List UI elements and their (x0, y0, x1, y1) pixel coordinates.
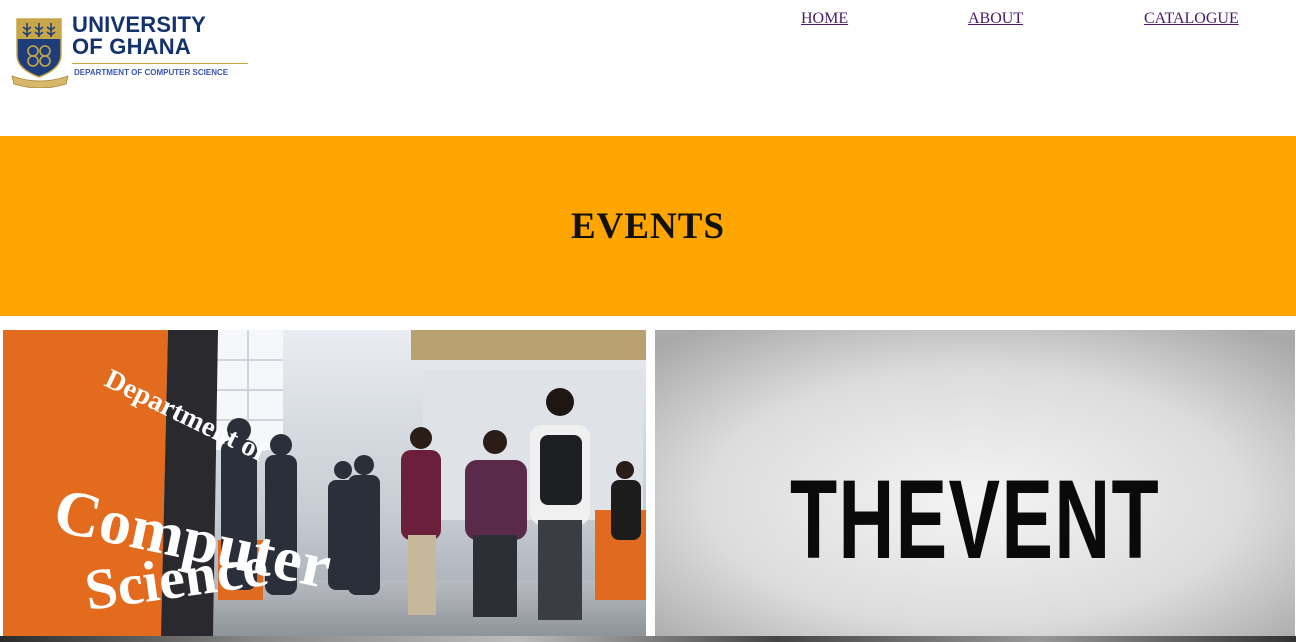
crest-ribbon-icon (10, 72, 70, 89)
the-event-graphic[interactable]: THEVENT (655, 330, 1295, 636)
nav-link-catalogue[interactable]: CATALOGUE (1144, 10, 1239, 28)
page-title: EVENTS (570, 205, 726, 247)
nav-link-home[interactable]: HOME (801, 10, 848, 28)
department-event-photo[interactable]: Department of Computer Science (3, 330, 646, 636)
event-graphic-text: THEVENT (790, 457, 1160, 582)
department-name: DEPARTMENT OF COMPUTER SCIENCE (74, 68, 229, 77)
logo-divider (72, 63, 248, 64)
events-gallery: Department of Computer Science THEVENT (0, 330, 1296, 642)
main-nav: HOME ABOUT CATALOGUE (0, 10, 1296, 34)
events-banner: EVENTS (0, 136, 1296, 316)
university-name-line2: OF GHANA (72, 34, 191, 59)
next-row-edge (0, 636, 1296, 642)
site-header: UNIVERSITY OF GHANA DEPARTMENT OF COMPUT… (0, 0, 1296, 136)
nav-link-about[interactable]: ABOUT (968, 10, 1023, 28)
